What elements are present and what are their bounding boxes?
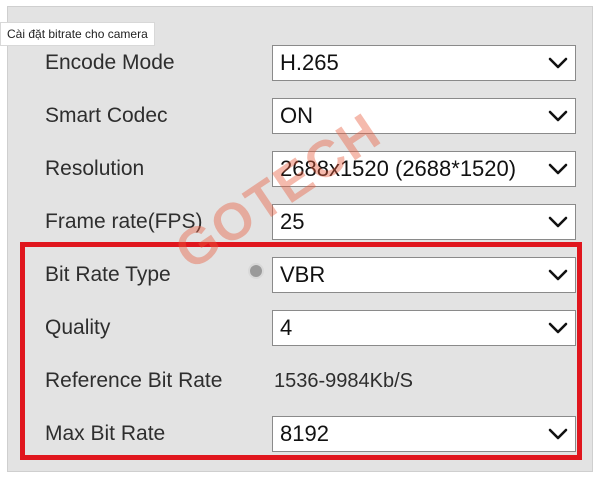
chevron-down-icon — [547, 265, 569, 285]
quality-select[interactable]: 4 — [272, 310, 576, 346]
bit-rate-type-select[interactable]: VBR — [272, 257, 576, 293]
reference-bit-rate-value: 1536-9984Kb/S — [274, 370, 414, 392]
chevron-down-icon — [547, 159, 569, 179]
frame-rate-select[interactable]: 25 — [272, 204, 576, 240]
image-caption-tooltip: Cài đặt bitrate cho camera — [0, 22, 155, 46]
chevron-down-icon — [547, 106, 569, 126]
resolution-label: Resolution — [45, 157, 145, 180]
max-bit-rate-select[interactable]: 8192 — [272, 416, 576, 452]
reference-bit-rate-label: Reference Bit Rate — [45, 369, 223, 392]
bit-rate-type-value: VBR — [280, 262, 326, 287]
chevron-down-icon — [547, 318, 569, 338]
frame-rate-value: 25 — [280, 209, 305, 234]
frame-rate-label: Frame rate(FPS) — [45, 210, 203, 233]
encode-mode-value: H.265 — [280, 50, 339, 75]
smart-codec-select[interactable]: ON — [272, 98, 576, 134]
encode-settings-panel: Encode Mode H.265 Smart Codec ON Resolut… — [7, 6, 593, 472]
smart-codec-value: ON — [280, 103, 313, 128]
chevron-down-icon — [547, 212, 569, 232]
quality-value: 4 — [280, 315, 293, 340]
smart-codec-label: Smart Codec — [45, 104, 168, 127]
chevron-down-icon — [547, 424, 569, 444]
quality-label: Quality — [45, 316, 111, 339]
resolution-select[interactable]: 2688x1520 (2688*1520) — [272, 151, 576, 187]
max-bit-rate-label: Max Bit Rate — [45, 422, 166, 445]
cursor-dot-icon — [248, 263, 264, 279]
encode-mode-select[interactable]: H.265 — [272, 45, 576, 81]
encode-mode-label: Encode Mode — [45, 51, 175, 74]
chevron-down-icon — [547, 53, 569, 73]
bit-rate-type-label: Bit Rate Type — [45, 263, 171, 286]
max-bit-rate-value: 8192 — [280, 421, 329, 446]
resolution-value: 2688x1520 (2688*1520) — [280, 156, 517, 181]
